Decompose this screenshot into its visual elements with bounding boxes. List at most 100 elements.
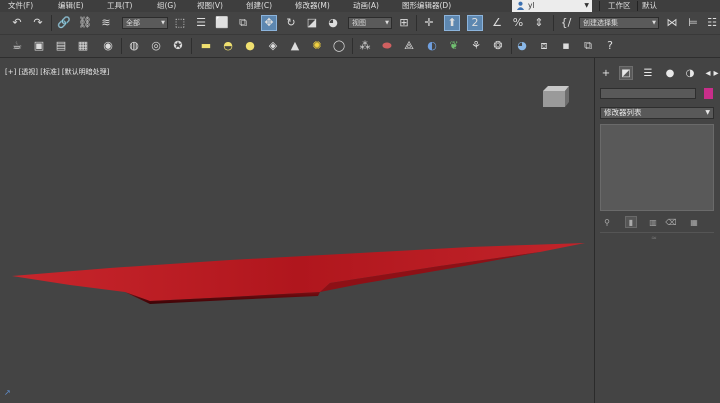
- user-account-field[interactable]: yl ▼: [512, 0, 592, 12]
- keyboard-shortcut-override-icon[interactable]: ⬆: [444, 15, 460, 31]
- rendered-frame-window-icon[interactable]: ▤: [53, 38, 69, 54]
- select-object-icon[interactable]: ⬚: [172, 15, 188, 31]
- secondary-toolbar: ☕ ▣ ▤ ▦ ◉ ◍ ◎ ✪ ▬ ◓ ● ◈ ▲ ✺ ◯ ⁂ ⬬ ⟁ ◐ ❦ …: [0, 35, 720, 58]
- help-icon[interactable]: ?: [602, 38, 618, 54]
- manipulate-icon[interactable]: ✛: [421, 15, 437, 31]
- percent-snap-icon[interactable]: %: [510, 15, 526, 31]
- selection-filter-dropdown[interactable]: 全部 ▼: [122, 17, 168, 29]
- divider: [600, 232, 714, 233]
- scene-explorer-icon[interactable]: ▪: [558, 38, 574, 54]
- chevron-down-icon: ▼: [385, 20, 389, 26]
- divider: [51, 15, 52, 31]
- reference-coordinate-dropdown[interactable]: 视图 ▼: [348, 17, 392, 29]
- pivot-center-icon[interactable]: ⊞: [396, 15, 412, 31]
- camera-icon[interactable]: ◎: [148, 38, 164, 54]
- menu-view[interactable]: 视图(V): [197, 0, 223, 12]
- select-and-place-icon[interactable]: ◕: [325, 15, 341, 31]
- select-and-scale-icon[interactable]: ◪: [304, 15, 320, 31]
- hemisphere-icon[interactable]: ◓: [220, 38, 236, 54]
- divider: [637, 1, 638, 11]
- menu-modifiers[interactable]: 修改器(M): [295, 0, 330, 12]
- hierarchy-tab-icon[interactable]: ☰: [641, 66, 655, 80]
- divider: [511, 38, 512, 54]
- create-tab-icon[interactable]: +: [599, 66, 613, 80]
- menu-group[interactable]: 组(G): [157, 0, 176, 12]
- pin-stack-icon[interactable]: ⚲: [601, 216, 613, 228]
- layers-icon[interactable]: ☷: [704, 15, 720, 31]
- redo-icon[interactable]: ↷: [30, 15, 46, 31]
- sphere-icon[interactable]: ●: [242, 38, 258, 54]
- select-and-move-icon[interactable]: ✥: [261, 15, 277, 31]
- menu-graph-editors[interactable]: 图形编辑器(D): [402, 0, 451, 12]
- snaps-toggle-icon[interactable]: 2: [467, 15, 483, 31]
- select-by-name-icon[interactable]: ☰: [193, 15, 209, 31]
- teapot-icon[interactable]: ☕: [9, 38, 25, 54]
- menu-create[interactable]: 创建(C): [246, 0, 272, 12]
- material-editor-icon[interactable]: ◉: [100, 38, 116, 54]
- biped-icon[interactable]: ⚘: [468, 38, 484, 54]
- render-setup-icon[interactable]: ▣: [31, 38, 47, 54]
- user-name: yl: [528, 1, 535, 10]
- connect-icon[interactable]: ⟁: [401, 38, 417, 54]
- environment-icon[interactable]: ◕: [514, 38, 530, 54]
- cloth-icon[interactable]: ❂: [490, 38, 506, 54]
- link-icon[interactable]: 🔗: [56, 15, 72, 31]
- bind-spacewarp-icon[interactable]: ≋: [98, 15, 114, 31]
- undo-icon[interactable]: ↶: [9, 15, 25, 31]
- render-production-icon[interactable]: ▦: [75, 38, 91, 54]
- display-tab-icon[interactable]: ◑: [683, 66, 697, 80]
- menu-tools[interactable]: 工具(T): [107, 0, 132, 12]
- align-icon[interactable]: ⊨: [685, 15, 701, 31]
- divider: [553, 15, 554, 31]
- divider: [352, 38, 353, 54]
- hair-icon[interactable]: ❦: [446, 38, 462, 54]
- modifier-list-dropdown[interactable]: 修改器列表 ▼: [600, 107, 714, 119]
- workspace-select[interactable]: 默认: [642, 0, 657, 12]
- cone-icon[interactable]: ▲: [287, 38, 303, 54]
- modify-tab-icon[interactable]: ◩: [619, 66, 633, 80]
- divider: [121, 38, 122, 54]
- object-name-field[interactable]: [600, 88, 696, 99]
- configure-modifier-sets-icon[interactable]: ▦: [688, 216, 700, 228]
- command-panel: + ◩ ☰ ● ◑ ◂ ▸ 修改器列表 ▼ ⚲ ▮ ▥ ⌫ ▦ ≈: [594, 58, 720, 403]
- menu-bar: 文件(F) 编辑(E) 工具(T) 组(G) 视图(V) 创建(C) 修改器(M…: [0, 0, 720, 12]
- mirror-icon[interactable]: ⋈: [664, 15, 680, 31]
- edit-named-selection-icon[interactable]: {/: [558, 15, 574, 31]
- rectangular-selection-icon[interactable]: ⬜: [214, 15, 230, 31]
- effects-icon[interactable]: ⧈: [536, 38, 552, 54]
- geosphere-icon[interactable]: ◈: [265, 38, 281, 54]
- box-primitive-icon[interactable]: ▬: [198, 38, 214, 54]
- rollout-drag-handle[interactable]: ≈: [651, 234, 657, 242]
- menu-edit[interactable]: 编辑(E): [58, 0, 84, 12]
- divider: [416, 15, 417, 31]
- menu-file[interactable]: 文件(F): [8, 0, 33, 12]
- light-icon[interactable]: ◍: [126, 38, 142, 54]
- torus-icon[interactable]: ◯: [331, 38, 347, 54]
- grid-icon[interactable]: ⁂: [357, 38, 373, 54]
- motion-tab-icon[interactable]: ●: [663, 66, 677, 80]
- script-icon[interactable]: ⧉: [580, 38, 596, 54]
- user-icon: [516, 1, 525, 10]
- object-color-swatch[interactable]: [704, 88, 713, 99]
- modifier-list-label: 修改器列表: [604, 108, 642, 117]
- red-hull-object[interactable]: [0, 58, 594, 403]
- chevron-down-icon: ▼: [705, 109, 710, 116]
- helper-icon[interactable]: ✪: [170, 38, 186, 54]
- chevron-down-icon: ▼: [161, 20, 165, 26]
- window-crossing-icon[interactable]: ⧉: [235, 15, 251, 31]
- select-and-rotate-icon[interactable]: ↻: [283, 15, 299, 31]
- globe-icon[interactable]: ◐: [424, 38, 440, 54]
- viewcube-icon[interactable]: [540, 84, 570, 110]
- make-unique-icon[interactable]: ▥: [647, 216, 659, 228]
- spinner-snap-icon[interactable]: ⇕: [531, 15, 547, 31]
- sun-icon[interactable]: ✺: [309, 38, 325, 54]
- menu-animation[interactable]: 动画(A): [353, 0, 379, 12]
- named-selection-dropdown[interactable]: 创建选择集 ▼: [579, 17, 659, 29]
- show-end-result-icon[interactable]: ▮: [625, 216, 637, 228]
- unlink-icon[interactable]: ⛓: [77, 15, 93, 31]
- modifier-stack-list[interactable]: [600, 124, 714, 211]
- chevron-right-icon[interactable]: ▸: [711, 66, 720, 80]
- angle-snap-icon[interactable]: ∠: [489, 15, 505, 31]
- capsule-icon[interactable]: ⬬: [379, 38, 395, 54]
- remove-modifier-icon[interactable]: ⌫: [665, 216, 677, 228]
